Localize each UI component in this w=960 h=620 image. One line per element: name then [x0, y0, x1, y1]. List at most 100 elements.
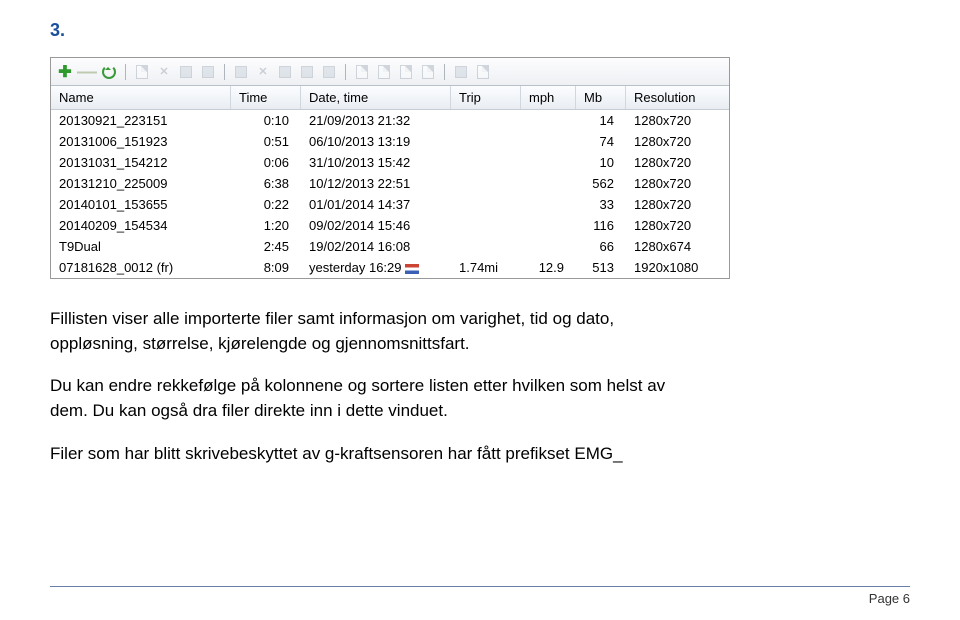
table-row[interactable]: 07181628_0012 (fr)8:09yesterday 16:291.7… — [51, 257, 729, 278]
doc-misc-icon[interactable] — [420, 64, 436, 80]
copy-icon[interactable] — [178, 64, 194, 80]
cell-date: 10/12/2013 22:51 — [301, 175, 451, 192]
col-mph[interactable]: mph — [521, 86, 576, 109]
cell-mb: 10 — [576, 154, 626, 171]
cell-trip — [451, 154, 521, 171]
doc-add-icon[interactable] — [398, 64, 414, 80]
cell-mb: 33 — [576, 196, 626, 213]
cell-res: 1280x674 — [626, 238, 726, 255]
cell-res: 1280x720 — [626, 196, 726, 213]
section-number: 3. — [50, 20, 910, 41]
table-row[interactable]: 20131031_1542120:0631/10/2013 15:42 10128… — [51, 152, 729, 173]
paragraph: Du kan endre rekkefølge på kolonnene og … — [50, 374, 690, 423]
cell-time: 0:51 — [231, 133, 301, 150]
table-row[interactable]: 20131006_1519230:5106/10/2013 13:1974128… — [51, 131, 729, 152]
cell-date: 06/10/2013 13:19 — [301, 133, 451, 150]
table-row[interactable]: 20140209_1545341:2009/02/2014 15:46 11612… — [51, 215, 729, 236]
col-mb[interactable]: Mb — [576, 86, 626, 109]
body-text: Fillisten viser alle importerte filer sa… — [50, 307, 690, 466]
col-res[interactable]: Resolution — [626, 86, 726, 109]
toolbar-separator — [125, 64, 126, 80]
cell-trip — [451, 133, 521, 150]
cell-res: 1280x720 — [626, 133, 726, 150]
cell-name: 07181628_0012 (fr) — [51, 259, 231, 276]
cell-date: 19/02/2014 16:08 — [301, 238, 451, 255]
col-trip[interactable]: Trip — [451, 86, 521, 109]
doc-remove-icon[interactable] — [376, 64, 392, 80]
action-icon[interactable] — [453, 64, 469, 80]
windows-icon[interactable] — [299, 64, 315, 80]
file-rows: 20130921_2231510:1021/09/2013 21:3214128… — [51, 110, 729, 278]
cell-mph — [521, 238, 576, 255]
col-time[interactable]: Time — [231, 86, 301, 109]
cell-date: 01/01/2014 14:37 — [301, 196, 451, 213]
paragraph: Filer som har blitt skrivebeskyttet av g… — [50, 442, 690, 467]
cut-icon[interactable]: ✕ — [156, 64, 172, 80]
cell-res: 1280x720 — [626, 154, 726, 171]
cell-trip — [451, 217, 521, 234]
cell-date: 21/09/2013 21:32 — [301, 112, 451, 129]
cell-date: yesterday 16:29 — [301, 259, 451, 276]
cell-time: 0:22 — [231, 196, 301, 213]
cell-mph — [521, 133, 576, 150]
cell-time: 6:38 — [231, 175, 301, 192]
table-row[interactable]: 20131210_2250096:3810/12/2013 22:5156212… — [51, 173, 729, 194]
paragraph: Fillisten viser alle importerte filer sa… — [50, 307, 690, 356]
cell-res: 1280x720 — [626, 217, 726, 234]
cell-trip — [451, 238, 521, 255]
link-icon[interactable] — [233, 64, 249, 80]
cell-name: 20131210_225009 — [51, 175, 231, 192]
column-headers: Name Time Date, time Trip mph Mb Resolut… — [51, 86, 729, 110]
cell-mb: 513 — [576, 259, 626, 276]
file-list-window: ✚ — ✕ ✕ Name Time Date, tim — [50, 57, 730, 279]
cell-res: 1280x720 — [626, 112, 726, 129]
cell-name: 20140101_153655 — [51, 196, 231, 213]
remove-icon[interactable]: — — [79, 64, 95, 80]
doc-icon[interactable] — [354, 64, 370, 80]
add-icon[interactable]: ✚ — [57, 64, 73, 80]
cell-date: 31/10/2013 15:42 — [301, 154, 451, 171]
cell-mph — [521, 175, 576, 192]
cell-date: 09/02/2014 15:46 — [301, 217, 451, 234]
cell-name: T9Dual — [51, 238, 231, 255]
cell-mph — [521, 112, 576, 129]
col-name[interactable]: Name — [51, 86, 231, 109]
cell-mph — [521, 196, 576, 213]
unlink-icon[interactable]: ✕ — [255, 64, 271, 80]
cell-mph — [521, 217, 576, 234]
panel-icon[interactable] — [321, 64, 337, 80]
cell-mb: 562 — [576, 175, 626, 192]
toolbar: ✚ — ✕ ✕ — [51, 58, 729, 86]
table-row[interactable]: 20140101_1536550:2201/01/2014 14:37 33128… — [51, 194, 729, 215]
window-icon[interactable] — [277, 64, 293, 80]
toolbar-separator — [444, 64, 445, 80]
cell-mph — [521, 154, 576, 171]
toolbar-separator — [224, 64, 225, 80]
cell-trip: 1.74mi — [451, 259, 521, 276]
export-icon[interactable] — [475, 64, 491, 80]
refresh-icon[interactable] — [101, 64, 117, 80]
cell-trip — [451, 112, 521, 129]
table-row[interactable]: 20130921_2231510:1021/09/2013 21:3214128… — [51, 110, 729, 131]
cell-name: 20140209_154534 — [51, 217, 231, 234]
cell-mb: 14 — [576, 112, 626, 129]
flag-icon — [405, 264, 419, 274]
paste-icon[interactable] — [200, 64, 216, 80]
cell-time: 0:06 — [231, 154, 301, 171]
new-page-icon[interactable] — [134, 64, 150, 80]
col-date[interactable]: Date, time — [301, 86, 451, 109]
cell-res: 1920x1080 — [626, 259, 726, 276]
cell-time: 1:20 — [231, 217, 301, 234]
cell-name: 20130921_223151 — [51, 112, 231, 129]
cell-trip — [451, 196, 521, 213]
cell-mb: 116 — [576, 217, 626, 234]
toolbar-separator — [345, 64, 346, 80]
cell-trip — [451, 175, 521, 192]
cell-time: 2:45 — [231, 238, 301, 255]
cell-name: 20131006_151923 — [51, 133, 231, 150]
cell-mph: 12.9 — [521, 259, 576, 276]
cell-time: 8:09 — [231, 259, 301, 276]
page-number: Page 6 — [869, 591, 910, 606]
cell-name: 20131031_154212 — [51, 154, 231, 171]
table-row[interactable]: T9Dual2:4519/02/2014 16:08661280x674 — [51, 236, 729, 257]
